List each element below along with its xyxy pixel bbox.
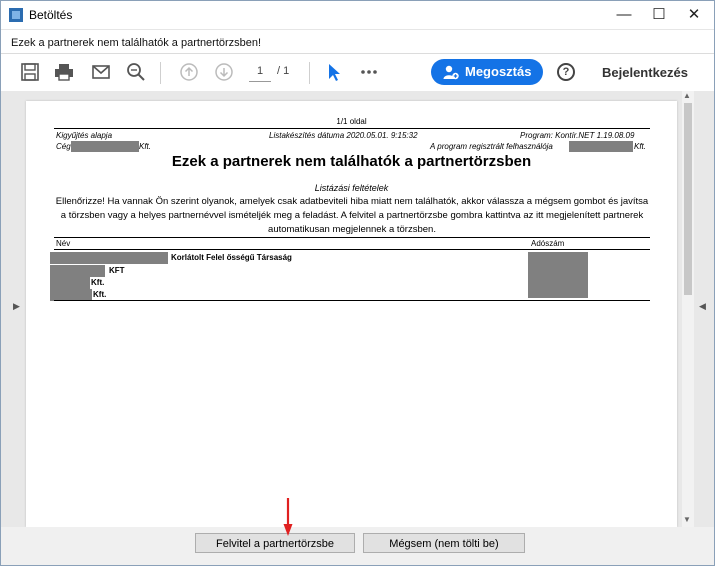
redacted-user	[569, 141, 633, 152]
meta-program: Program: Kontír.NET 1.19.08.09	[520, 131, 635, 140]
share-label: Megosztás	[465, 64, 532, 79]
toolbar-separator	[160, 62, 161, 84]
more-options-icon[interactable]	[359, 62, 379, 82]
message-text: Ezek a partnerek nem találhatók a partne…	[11, 37, 262, 49]
message-bar: Ezek a partnerek nem találhatók a partne…	[1, 29, 714, 54]
window-title: Betöltés	[29, 8, 73, 22]
scroll-up-icon[interactable]: ▲	[683, 91, 691, 100]
divider	[54, 249, 650, 250]
cancel-button[interactable]: Mégsem (nem tölti be)	[363, 533, 525, 553]
pdf-toolbar: 1 / 1 Megosztás ? Bejelentkezés	[1, 53, 714, 93]
redacted-company	[71, 141, 139, 152]
redacted-name	[50, 252, 168, 264]
document-page: 1/1 oldal Kigyűjtés alapja Listakészítés…	[26, 101, 677, 527]
maximize-button[interactable]: ☐	[642, 1, 676, 29]
redacted-name	[50, 277, 90, 289]
import-to-partner-register-button[interactable]: Felvitel a partnertörzsbe	[195, 533, 355, 553]
red-arrow-annotation	[283, 498, 293, 536]
table-row: Kft.	[91, 278, 105, 287]
next-page-icon[interactable]	[214, 62, 234, 82]
meta-company-suffix: Kft.	[139, 142, 152, 151]
meta-user-label: A program regisztrált felhasználója	[430, 142, 553, 151]
table-row: KFT	[109, 266, 125, 275]
meta-date: Listakészítés dátuma 2020.05.01. 9:15:32	[269, 131, 418, 140]
instruction-text: Ellenőrizze! Ha vannak Ön szerint olyano…	[55, 196, 649, 235]
minimize-button[interactable]: —	[607, 1, 641, 29]
meta-company-label: Cég	[56, 142, 71, 151]
save-icon[interactable]	[20, 62, 40, 82]
share-button[interactable]: Megosztás	[431, 59, 543, 85]
help-icon[interactable]: ?	[557, 63, 575, 81]
redacted-name	[50, 265, 105, 277]
previous-page-icon[interactable]	[179, 62, 199, 82]
document-title: Ezek a partnerek nem találhatók a partne…	[171, 153, 532, 170]
page-number-input[interactable]: 1	[249, 65, 271, 82]
collapse-panel-arrow-icon[interactable]: ◀	[699, 301, 706, 312]
zoom-icon[interactable]	[126, 62, 146, 82]
divider	[54, 300, 650, 301]
column-header-name: Név	[56, 239, 71, 248]
scrollbar-thumb[interactable]	[684, 103, 692, 295]
previous-page-arrow-icon[interactable]: ▶	[13, 301, 20, 312]
meta-basis: Kigyűjtés alapja	[56, 131, 113, 140]
page-number-label: 1/1 oldal	[336, 117, 367, 126]
divider	[54, 128, 650, 129]
table-row: Kft.	[93, 290, 107, 299]
page-total: / 1	[277, 65, 290, 77]
add-person-icon	[443, 65, 459, 80]
sign-in-button[interactable]: Bejelentkezés	[602, 65, 688, 80]
meta-user-suffix: Kft.	[634, 142, 647, 151]
email-icon[interactable]	[91, 62, 111, 82]
button-bar: Felvitel a partnertörzsbe Mégsem (nem tö…	[1, 527, 714, 565]
close-button[interactable]: ✕	[677, 1, 711, 29]
scroll-down-icon[interactable]: ▼	[683, 515, 691, 524]
toolbar-separator	[309, 62, 310, 84]
print-icon[interactable]	[54, 62, 74, 82]
redacted-tax-ids	[528, 252, 588, 298]
criteria-heading: Listázási feltételek	[314, 183, 389, 193]
title-bar: Betöltés — ☐ ✕	[1, 1, 714, 29]
column-header-tax-id: Adószám	[531, 239, 565, 248]
vertical-scrollbar[interactable]: ▲ ▼	[682, 91, 694, 527]
select-tool-icon[interactable]	[324, 62, 344, 82]
divider	[54, 237, 650, 238]
app-window: Betöltés — ☐ ✕ Ezek a partnerek nem talá…	[0, 0, 715, 566]
table-row: Korlátolt Felel ősségű Társaság	[171, 253, 292, 262]
app-icon	[9, 8, 23, 22]
document-viewer: ▶ ◀ ▲ ▼ 1/1 oldal Kigyűjtés alapja Lista…	[1, 91, 714, 527]
